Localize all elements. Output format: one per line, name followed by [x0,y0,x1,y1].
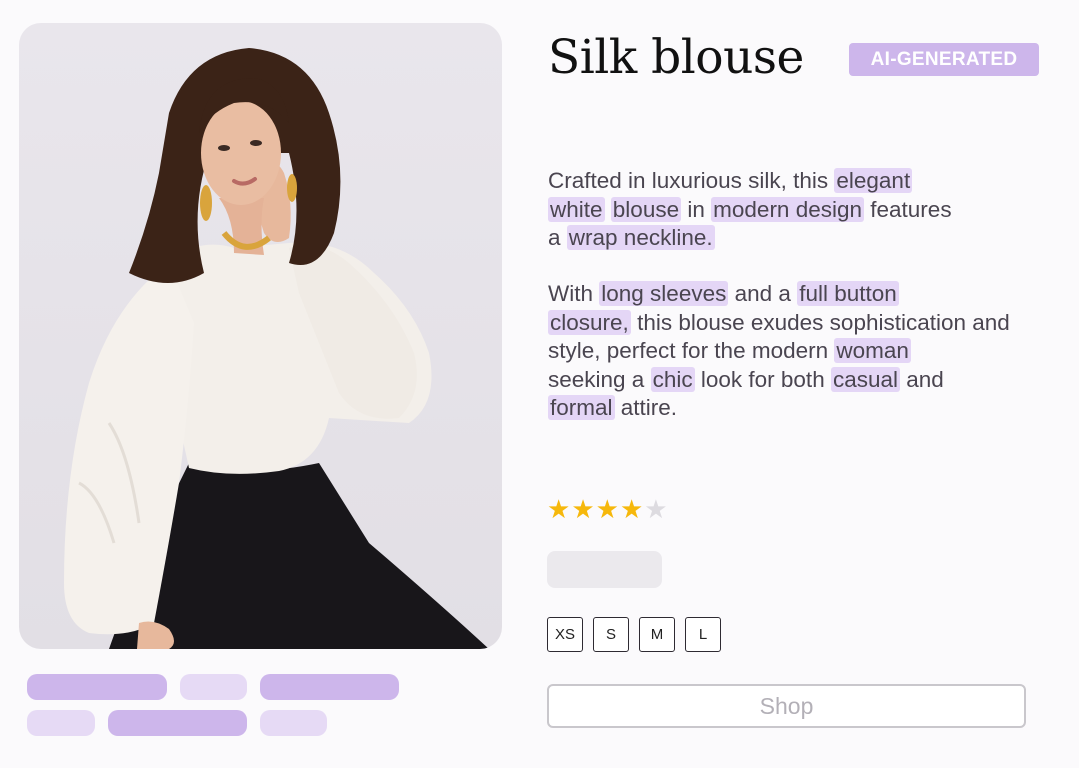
star-rating[interactable]: ★★★★★ [547,494,669,525]
keyword-highlight: long sleeves [599,281,729,306]
star-icon[interactable]: ★ [547,494,571,524]
keyword-highlight: full button [797,281,899,306]
keyword-highlight: woman [834,338,911,363]
keyword-highlight: wrap neckline. [566,225,715,250]
star-icon[interactable]: ★ [644,494,668,524]
text: a [548,225,561,250]
keyword-highlight: white [548,196,605,222]
star-icon[interactable]: ★ [596,494,620,524]
tag-placeholder[interactable] [27,674,167,700]
tag-placeholder[interactable] [180,674,247,700]
text: With [548,281,593,306]
text: attire. [620,395,678,420]
tag-placeholder[interactable] [260,674,399,700]
description-paragraph-1: Crafted in luxurious silk, this elegant … [548,167,1048,253]
keyword-highlight: modern design [711,196,864,222]
keyword-highlight: chic [650,366,695,392]
product-image [19,23,502,649]
keyword-highlight: blouse [610,196,682,222]
star-icon[interactable]: ★ [571,494,595,524]
tag-placeholder[interactable] [27,710,95,736]
size-option-m[interactable]: M [639,617,675,652]
size-option-xs[interactable]: XS [547,617,583,652]
model-photo-illustration [64,48,489,649]
text: seeking a [548,366,645,392]
tag-placeholder[interactable] [108,710,247,736]
keyword-highlight: casual [830,366,901,392]
text: Crafted in luxurious silk, this [548,168,829,193]
keyword-highlight: formal [548,395,615,420]
text: look for both [700,366,825,392]
shop-button[interactable]: Shop [547,684,1026,728]
text: features [870,196,952,222]
keyword-highlight: elegant [834,168,913,193]
keyword-highlight: closure, [548,309,631,335]
text: and a [734,281,791,306]
size-option-l[interactable]: L [685,617,721,652]
ai-generated-badge: AI-GENERATED [849,43,1039,76]
size-selector: XS S M L [547,617,721,652]
tag-placeholder[interactable] [260,710,327,736]
product-title: Silk blouse [548,30,804,85]
description-paragraph-2: With long sleeves and a full button clos… [548,280,1048,423]
text: in [687,196,705,222]
star-icon[interactable]: ★ [620,494,644,524]
size-option-s[interactable]: S [593,617,629,652]
text: and [906,366,944,392]
price-placeholder [547,551,662,588]
